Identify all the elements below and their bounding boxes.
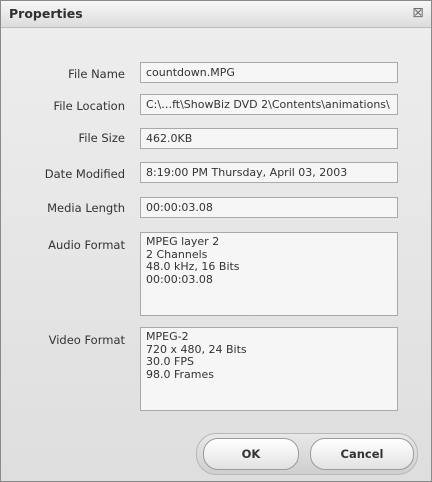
video-format-line: 98.0 Frames: [146, 367, 214, 381]
date-modified-field: 8:19:00 PM Thursday, April 03, 2003: [140, 162, 398, 183]
file-name-field: countdown.MPG: [140, 62, 398, 83]
media-length-field: 00:00:03.08: [140, 197, 398, 218]
title-bar: Properties ⊠: [1, 1, 431, 28]
ok-button[interactable]: OK: [203, 438, 299, 470]
date-modified-label: Date Modified: [44, 167, 125, 181]
video-format-line: 30.0 FPS: [146, 355, 194, 368]
audio-format-line: MPEG layer 2: [146, 235, 220, 248]
audio-format-line: 48.0 kHz, 16 Bits: [146, 260, 240, 273]
file-name-label: File Name: [68, 67, 125, 81]
media-length-label: Media Length: [47, 201, 125, 215]
properties-dialog: Properties ⊠ File Name countdown.MPG Fil…: [0, 0, 432, 482]
file-size-field: 462.0KB: [140, 128, 398, 149]
audio-format-line: 00:00:03.08: [146, 272, 213, 286]
video-format-label: Video Format: [48, 333, 125, 347]
audio-format-label: Audio Format: [48, 238, 125, 252]
cancel-button[interactable]: Cancel: [310, 438, 414, 470]
audio-format-box: MPEG layer 2 2 Channels 48.0 kHz, 16 Bit…: [140, 232, 398, 316]
file-location-field: C:\…ft\ShowBiz DVD 2\Contents\animations…: [140, 94, 398, 115]
file-size-label: File Size: [78, 131, 125, 145]
close-icon[interactable]: ⊠: [411, 6, 425, 21]
video-format-box: MPEG-2 720 x 480, 24 Bits 30.0 FPS 98.0 …: [140, 327, 398, 411]
dialog-title: Properties: [9, 6, 83, 21]
file-location-label: File Location: [53, 99, 125, 113]
video-format-line: MPEG-2: [146, 330, 189, 343]
